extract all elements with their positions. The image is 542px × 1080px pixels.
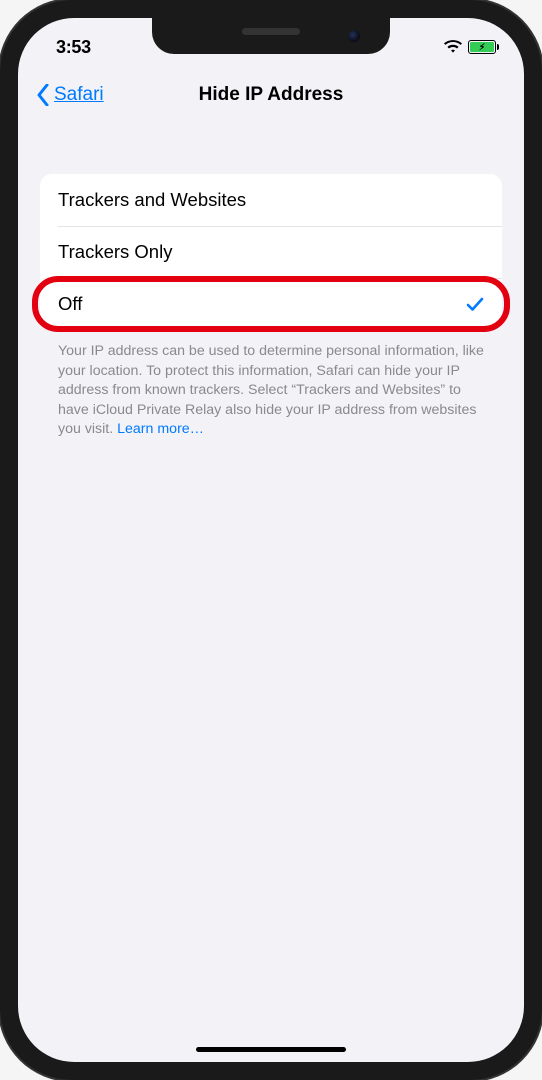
notch bbox=[152, 18, 390, 54]
footer-description: Your IP address can be used to determine… bbox=[40, 330, 502, 440]
option-label: Trackers and Websites bbox=[58, 189, 246, 211]
content-area: Trackers and Websites Trackers Only Off … bbox=[18, 122, 524, 440]
screen: 3:53 ⚡︎ Safari Hide IP Address bbox=[18, 18, 524, 1062]
status-time: 3:53 bbox=[56, 37, 91, 58]
option-off[interactable]: Off bbox=[40, 278, 502, 330]
battery-fill: ⚡︎ bbox=[470, 42, 494, 52]
battery-icon: ⚡︎ bbox=[468, 40, 496, 54]
option-label: Trackers Only bbox=[58, 241, 172, 263]
page-title: Hide IP Address bbox=[199, 84, 344, 106]
back-button[interactable]: Safari bbox=[36, 84, 104, 106]
learn-more-link[interactable]: Learn more… bbox=[117, 421, 204, 437]
speaker-grille bbox=[242, 28, 300, 35]
option-trackers-and-websites[interactable]: Trackers and Websites bbox=[40, 174, 502, 226]
option-trackers-only[interactable]: Trackers Only bbox=[40, 226, 502, 278]
charging-bolt-icon: ⚡︎ bbox=[479, 43, 485, 52]
checkmark-icon bbox=[466, 295, 484, 313]
back-label: Safari bbox=[54, 84, 104, 106]
status-icons: ⚡︎ bbox=[444, 40, 496, 54]
front-camera bbox=[348, 30, 360, 42]
wifi-icon bbox=[444, 40, 462, 54]
navigation-bar: Safari Hide IP Address bbox=[18, 68, 524, 122]
option-label: Off bbox=[58, 293, 82, 315]
home-indicator[interactable] bbox=[196, 1047, 346, 1052]
options-list: Trackers and Websites Trackers Only Off bbox=[40, 174, 502, 330]
phone-frame: 3:53 ⚡︎ Safari Hide IP Address bbox=[0, 0, 542, 1080]
chevron-left-icon bbox=[36, 84, 50, 106]
